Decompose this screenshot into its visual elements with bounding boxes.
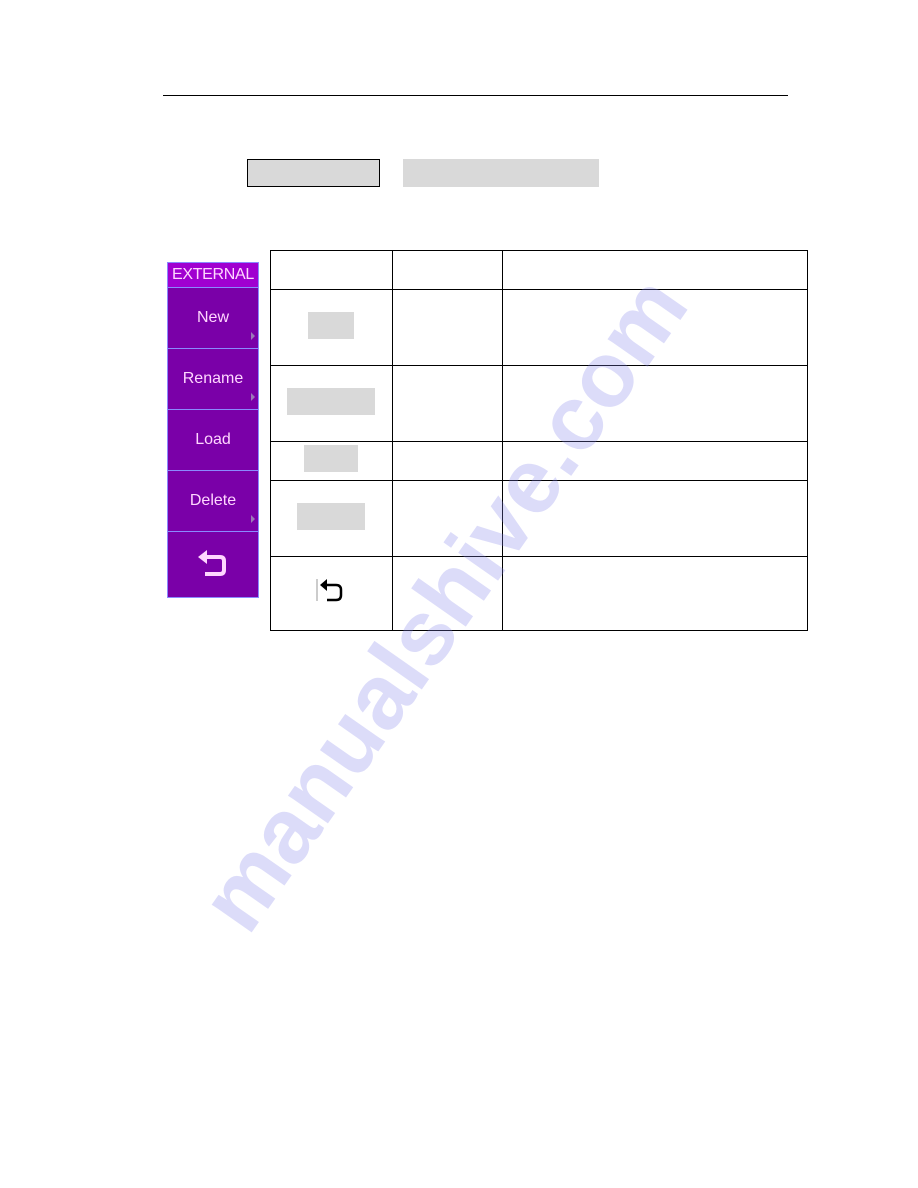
submenu-arrow-icon [251,393,255,401]
key-label-rename [287,387,376,415]
table-description-cell [502,441,808,481]
key-box-first [247,159,380,187]
menu-button-delete[interactable]: Delete [168,471,258,532]
table-row [270,441,808,481]
menu-button-rename[interactable]: Rename [168,349,258,410]
menu-button-label: Load [195,431,231,448]
table-row [270,556,808,631]
table-header-cell [502,250,808,290]
table-setting-cell [391,441,504,481]
description-table [270,250,808,631]
table-setting-cell [391,365,504,442]
table-key-cell [270,556,393,631]
submenu-arrow-icon [251,515,255,523]
return-arrow-icon [316,579,343,602]
key-label-delete [297,502,366,530]
menu-button-new[interactable]: New [168,288,258,349]
table-key-cell [270,289,393,366]
table-description-cell [502,289,808,366]
menu-button-label: New [196,309,229,326]
key-label-load [304,445,359,472]
submenu-arrow-icon [251,332,255,340]
menu-button-return[interactable] [168,532,258,595]
menu-button-label: Delete [189,492,237,509]
table-description-cell [502,556,808,631]
key-label-new [308,311,355,339]
table-description-cell [502,365,808,442]
menu-title: EXTERNAL [168,263,258,288]
table-header-cell [270,250,393,290]
table-row [270,480,808,557]
table-header-cell [391,250,504,290]
table-header-row [270,250,808,290]
table-setting-cell [391,480,504,557]
table-key-cell [270,365,393,442]
table-key-cell [270,480,393,557]
menu-button-label: Rename [182,370,244,387]
header-rule [163,95,788,96]
key-box-second [403,159,599,187]
table-setting-cell [391,556,504,631]
menu-button-load[interactable]: Load [168,410,258,471]
return-arrow-icon [198,549,226,576]
external-menu: EXTERNAL New Rename Load Delete [167,262,259,598]
table-row [270,289,808,366]
table-row [270,365,808,442]
table-description-cell [502,480,808,557]
table-setting-cell [391,289,504,366]
table-key-cell [270,441,393,481]
